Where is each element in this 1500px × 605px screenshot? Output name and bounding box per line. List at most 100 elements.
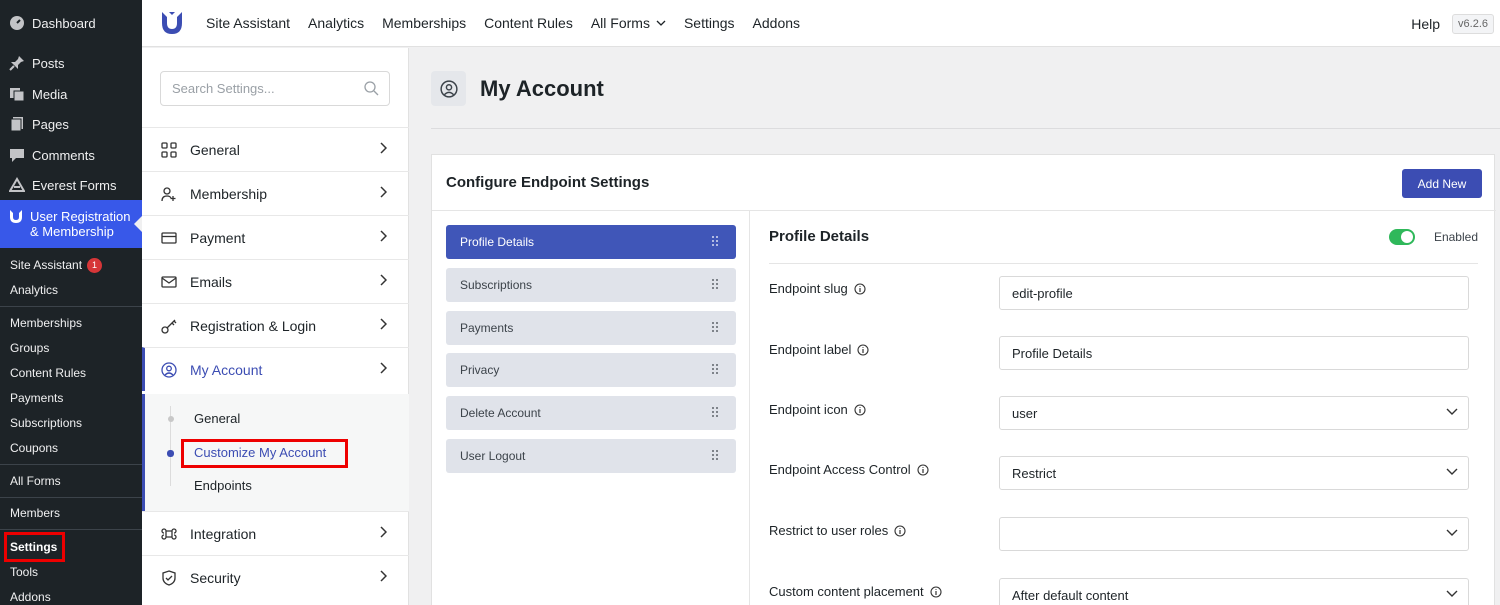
wp-sub-content-rules[interactable]: Content Rules — [0, 363, 142, 383]
wp-sub-memberships[interactable]: Memberships — [0, 313, 142, 333]
wp-sub-all-forms[interactable]: All Forms — [0, 471, 142, 491]
drag-handle-icon[interactable] — [712, 279, 720, 291]
top-nav-all-forms[interactable]: All Forms — [591, 15, 666, 31]
wp-menu-posts[interactable]: Posts — [0, 48, 142, 78]
wp-sub-label: Site Assistant — [10, 258, 83, 272]
top-nav-bar: Site Assistant Analytics Memberships Con… — [142, 0, 1500, 47]
field-label-text: Custom content placement — [769, 584, 924, 599]
wp-sub-coupons[interactable]: Coupons — [0, 438, 142, 458]
settings-nav-label: General — [190, 141, 240, 158]
card-title: Configure Endpoint Settings — [446, 174, 650, 191]
wp-sub-site-assistant[interactable]: Site Assistant 1 — [0, 255, 142, 275]
top-nav-settings[interactable]: Settings — [684, 15, 735, 31]
field-value: After default content — [1012, 587, 1129, 603]
drag-handle-icon[interactable] — [712, 407, 720, 419]
top-nav-site-assistant[interactable]: Site Assistant — [206, 15, 290, 31]
endpoint-item-privacy[interactable]: Privacy — [446, 353, 736, 387]
submenu-general[interactable]: General — [194, 411, 240, 426]
info-icon[interactable] — [857, 343, 869, 356]
search-placeholder: Search Settings... — [172, 81, 275, 96]
endpoint-slug-input[interactable]: edit-profile — [999, 276, 1469, 310]
main-content: My Account Configure Endpoint Settings A… — [410, 48, 1500, 605]
restrict-user-roles-select[interactable] — [999, 517, 1469, 551]
search-icon — [364, 81, 379, 96]
divider — [0, 464, 142, 465]
settings-nav-label: My Account — [190, 361, 263, 378]
wp-sub-tools[interactable]: Tools — [0, 562, 142, 582]
endpoint-settings-card: Configure Endpoint Settings Add New Prof… — [431, 154, 1496, 605]
info-icon[interactable] — [917, 463, 929, 476]
top-nav-addons[interactable]: Addons — [753, 15, 800, 31]
detail-title: Profile Details — [769, 228, 870, 245]
top-nav-memberships[interactable]: Memberships — [382, 15, 466, 31]
settings-nav-payment[interactable]: Payment — [142, 215, 409, 259]
drag-handle-icon[interactable] — [712, 322, 720, 334]
grid-icon — [160, 141, 178, 159]
endpoint-item-payments[interactable]: Payments — [446, 311, 736, 345]
settings-nav-integration[interactable]: Integration — [142, 511, 409, 555]
wp-menu-media[interactable]: Media — [0, 79, 142, 109]
wp-sub-subscriptions[interactable]: Subscriptions — [0, 413, 142, 433]
endpoint-item-subscriptions[interactable]: Subscriptions — [446, 268, 736, 302]
endpoint-access-control-select[interactable]: Restrict — [999, 456, 1469, 490]
user-registration-icon — [8, 207, 24, 225]
info-icon[interactable] — [854, 282, 866, 295]
settings-nav-my-account[interactable]: My Account — [142, 347, 409, 391]
everest-forms-icon — [8, 176, 26, 194]
endpoint-item-profile-details[interactable]: Profile Details — [446, 225, 736, 259]
wp-sub-groups[interactable]: Groups — [0, 338, 142, 358]
wp-sub-members[interactable]: Members — [0, 503, 142, 523]
info-icon[interactable] — [930, 585, 942, 598]
chevron-down-icon — [1446, 529, 1458, 536]
pin-icon — [8, 54, 26, 72]
chevron-right-icon — [380, 318, 387, 330]
endpoint-item-user-logout[interactable]: User Logout — [446, 439, 736, 473]
info-icon[interactable] — [854, 403, 866, 416]
endpoint-item-delete-account[interactable]: Delete Account — [446, 396, 736, 430]
settings-nav-membership[interactable]: Membership — [142, 171, 409, 215]
chevron-right-icon — [380, 362, 387, 374]
settings-nav-security[interactable]: Security — [142, 555, 409, 599]
custom-content-placement-select[interactable]: After default content — [999, 578, 1469, 605]
submenu-endpoints[interactable]: Endpoints — [194, 478, 252, 493]
drag-handle-icon[interactable] — [712, 450, 720, 462]
help-link[interactable]: Help — [1411, 16, 1440, 32]
settings-nav-registration-login[interactable]: Registration & Login — [142, 303, 409, 347]
settings-nav-label: Payment — [190, 229, 246, 246]
brand-logo-icon — [162, 12, 182, 34]
drag-handle-icon[interactable] — [712, 236, 720, 248]
settings-nav-emails[interactable]: Emails — [142, 259, 409, 303]
divider — [0, 306, 142, 307]
info-icon[interactable] — [894, 524, 906, 537]
mail-icon — [160, 273, 178, 291]
wp-sub-analytics[interactable]: Analytics — [0, 280, 142, 300]
wp-sub-payments[interactable]: Payments — [0, 388, 142, 408]
submenu-dot-active — [167, 450, 174, 457]
wp-sub-addons[interactable]: Addons — [0, 587, 142, 605]
enabled-label: Enabled — [1433, 230, 1478, 244]
settings-nav-label: Integration — [190, 525, 257, 542]
wp-menu-dashboard[interactable]: Dashboard — [0, 8, 142, 38]
top-nav-analytics[interactable]: Analytics — [308, 15, 364, 31]
top-nav-content-rules[interactable]: Content Rules — [484, 15, 573, 31]
search-input[interactable]: Search Settings... — [160, 71, 390, 106]
settings-nav-label: Security — [190, 569, 241, 586]
user-circle-icon — [160, 361, 178, 379]
wp-menu-everest-forms[interactable]: Everest Forms — [0, 170, 142, 200]
add-new-button[interactable]: Add New — [1402, 169, 1482, 198]
endpoint-icon-select[interactable]: user — [999, 396, 1469, 430]
wp-menu-comments[interactable]: Comments — [0, 140, 142, 170]
wp-menu-user-registration[interactable]: User Registration & Membership — [0, 200, 142, 248]
field-value: Profile Details — [1012, 345, 1093, 361]
settings-nav-general[interactable]: General — [142, 127, 409, 171]
chevron-right-icon — [380, 142, 387, 154]
endpoint-label-input[interactable]: Profile Details — [999, 336, 1469, 370]
field-label-text: Endpoint icon — [769, 402, 848, 417]
top-nav-label: All Forms — [590, 15, 650, 31]
wp-menu-pages[interactable]: Pages — [0, 109, 142, 139]
media-icon — [8, 85, 26, 103]
drag-handle-icon[interactable] — [712, 364, 720, 376]
enabled-toggle[interactable] — [1389, 229, 1415, 245]
field-label-text: Endpoint label — [769, 342, 852, 357]
endpoint-list: Profile Details Subscriptions Payments P… — [432, 211, 750, 605]
